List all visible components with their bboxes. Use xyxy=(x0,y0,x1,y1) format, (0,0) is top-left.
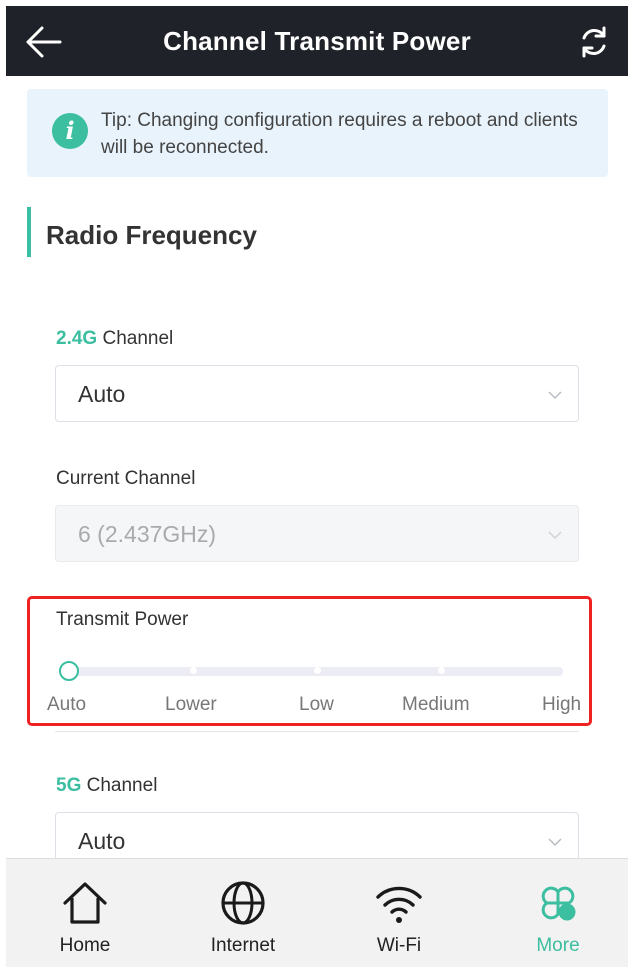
tab-more[interactable]: More xyxy=(483,859,628,967)
bottom-tab-bar: Home Internet Wi-Fi More xyxy=(6,858,628,967)
tab-home-label: Home xyxy=(59,935,111,956)
channel-5g-value: Auto xyxy=(78,828,126,854)
chevron-down-icon xyxy=(548,531,562,540)
current-channel-label: Current Channel xyxy=(56,468,196,489)
info-icon: i xyxy=(52,113,88,149)
tip-text: Tip: Changing configuration requires a r… xyxy=(101,110,578,158)
band-5g-tag: 5G xyxy=(56,775,82,796)
refresh-icon[interactable] xyxy=(576,24,612,60)
band-24g-tag: 2.4G xyxy=(56,328,98,349)
channel-24g-label: 2.4G Channel xyxy=(56,328,173,350)
channel-5g-label: 5G Channel xyxy=(56,775,157,797)
section-accent-bar xyxy=(27,207,31,257)
page-title: Channel Transmit Power xyxy=(163,26,471,56)
globe-icon xyxy=(221,881,265,925)
channel-24g-select[interactable]: Auto xyxy=(55,365,579,422)
channel-24g-label-text: Channel xyxy=(97,328,174,349)
home-icon xyxy=(63,882,107,924)
highlight-box xyxy=(27,596,592,726)
more-grid-icon xyxy=(541,886,576,921)
section-title: Radio Frequency xyxy=(46,220,257,250)
channel-5g-label-text: Channel xyxy=(81,775,158,796)
wifi-icon xyxy=(376,886,422,923)
current-channel-select: 6 (2.437GHz) xyxy=(55,505,579,562)
divider xyxy=(55,731,579,732)
chevron-down-icon xyxy=(548,838,562,847)
chevron-down-icon xyxy=(548,391,562,400)
tab-home[interactable]: Home xyxy=(10,859,160,967)
top-bar: Channel Transmit Power xyxy=(6,6,628,76)
tab-internet[interactable]: Internet xyxy=(168,859,318,967)
channel-24g-value: Auto xyxy=(78,381,126,407)
current-channel-value: 6 (2.437GHz) xyxy=(78,521,217,547)
tip-banner: i Tip: Changing configuration requires a… xyxy=(27,89,608,177)
tab-internet-label: Internet xyxy=(210,935,276,956)
tab-more-label: More xyxy=(536,935,580,956)
tab-wifi[interactable]: Wi-Fi xyxy=(324,859,474,967)
tab-wifi-label: Wi-Fi xyxy=(376,935,422,956)
